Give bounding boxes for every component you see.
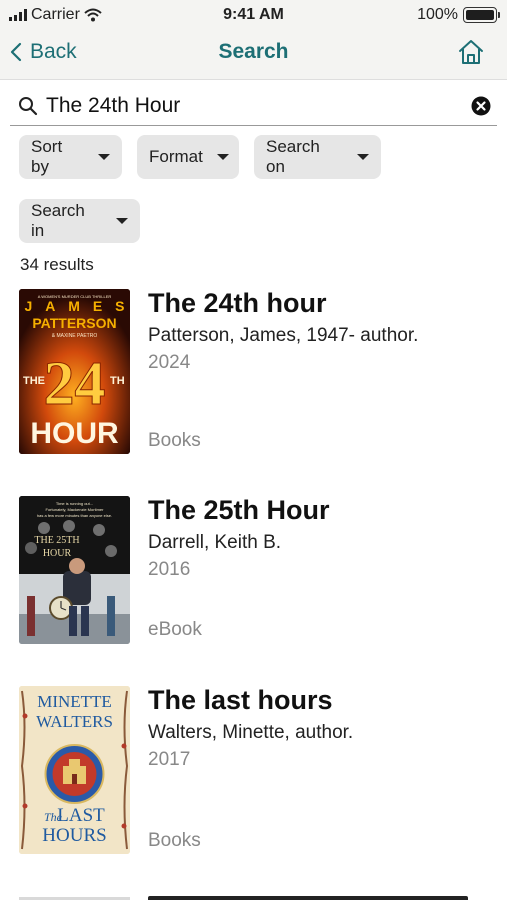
battery-percent: 100% [417, 6, 458, 23]
navigation-bar: Back Search [0, 30, 507, 80]
svg-text:Time is running out...: Time is running out... [56, 501, 93, 506]
caret-down-icon [116, 218, 128, 224]
clear-icon [471, 96, 491, 116]
result-item[interactable]: Time is running out... Fortunately, Mack… [0, 495, 507, 645]
search-input[interactable] [46, 93, 456, 118]
result-title: The last hours [148, 685, 333, 715]
result-format: Books [148, 830, 201, 851]
search-in-label: Search in [31, 201, 85, 240]
cover-suffix: TH [110, 375, 125, 387]
result-year: 2024 [148, 352, 191, 373]
svg-text:THE 25TH: THE 25TH [34, 535, 79, 546]
result-item[interactable]: A WOMEN'S MURDER CLUB THRILLER JAMES PAT… [0, 288, 507, 456]
svg-text:has a few more minutes than an: has a few more minutes than anyone else. [37, 513, 112, 518]
cover-the: THE [23, 375, 45, 387]
status-right: 100% [417, 6, 500, 24]
battery-icon [463, 7, 500, 23]
results-count: 34 results [20, 255, 94, 274]
search-on-label: Search on [266, 137, 320, 176]
page-title: Search [218, 40, 289, 63]
sort-by-button[interactable]: Sort by [19, 135, 122, 179]
result-author: Darrell, Keith B. [148, 532, 282, 553]
status-bar: Carrier 9:41 AM 100% [0, 0, 507, 30]
cover-number: 24 [44, 350, 106, 418]
search-on-button[interactable]: Search on [254, 135, 381, 179]
search-in-button[interactable]: Search in [19, 199, 140, 243]
book-cover: Time is running out... Fortunately, Mack… [19, 496, 130, 644]
result-author: Patterson, James, 1947- author. [148, 325, 419, 346]
svg-text:PATTERSON: PATTERSON [32, 315, 116, 331]
format-button[interactable]: Format [137, 135, 239, 179]
caret-down-icon [216, 154, 229, 160]
result-format: eBook [148, 619, 202, 640]
search-bar [10, 86, 497, 126]
result-title-clipped [148, 896, 468, 900]
cover-coauthor: & MAXINE PAETRO [52, 333, 98, 339]
cover-title-last: LAST [57, 805, 105, 826]
clear-search-button[interactable] [471, 96, 491, 116]
caret-down-icon [98, 154, 110, 160]
result-title: The 24th hour [148, 288, 327, 318]
caret-down-icon [357, 154, 369, 160]
result-year: 2016 [148, 559, 191, 580]
result-author: Walters, Minette, author. [148, 722, 354, 743]
svg-text:HOUR: HOUR [43, 548, 72, 559]
search-icon [18, 96, 38, 116]
result-format: Books [148, 430, 201, 451]
result-year: 2017 [148, 749, 191, 770]
cover-author-first: MINETTE [37, 692, 112, 711]
svg-text:Fortunately, Mackenzie Mortime: Fortunately, Mackenzie Mortimer [46, 507, 105, 512]
home-icon [459, 40, 483, 64]
result-title: The 25th Hour [148, 495, 330, 525]
format-label: Format [149, 147, 203, 166]
battery-fill [466, 10, 494, 20]
book-cover: MINETTE WALTERS The LAST HOURS [19, 686, 130, 854]
cover-title-hours: HOURS [42, 825, 106, 846]
home-button[interactable] [457, 38, 485, 71]
result-item[interactable]: MINETTE WALTERS The LAST HOURS The last … [0, 685, 507, 855]
sort-by-label: Sort by [31, 137, 63, 176]
cover-author-last: WALTERS [36, 712, 113, 731]
result-item-partial[interactable] [0, 893, 507, 900]
book-cover: A WOMEN'S MURDER CLUB THRILLER JAMES PAT… [19, 289, 130, 454]
cover-hour: HOUR [30, 417, 119, 450]
